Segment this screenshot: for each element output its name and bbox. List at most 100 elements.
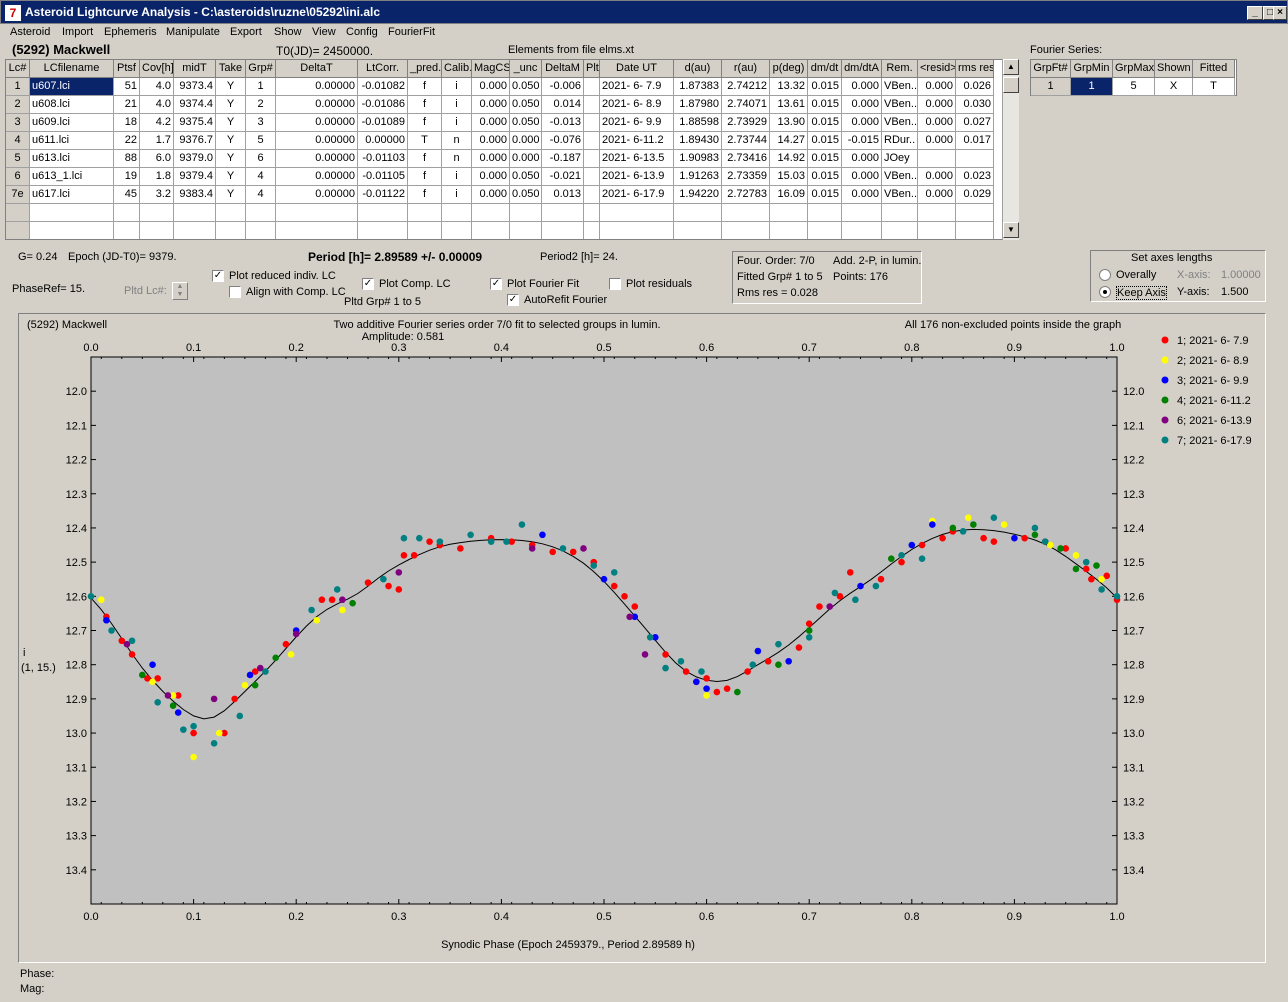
col-header-7[interactable]: DeltaT: [276, 60, 358, 78]
table-cell[interactable]: 1: [246, 78, 276, 96]
scroll-thumb[interactable]: [1003, 77, 1019, 93]
col-header-15[interactable]: Date UT: [600, 60, 674, 78]
fourier-col-header[interactable]: GrpMax: [1113, 60, 1155, 78]
table-cell[interactable]: [882, 204, 918, 222]
table-cell[interactable]: 0.00000: [358, 132, 408, 150]
table-cell[interactable]: [114, 204, 140, 222]
pltd-lc-spinner[interactable]: ▲ ▼: [172, 282, 188, 300]
table-cell[interactable]: [770, 204, 808, 222]
fourier-col-header[interactable]: GrpFt#: [1031, 60, 1071, 78]
close-button[interactable]: ×: [1273, 6, 1287, 20]
table-cell[interactable]: 1.90983: [674, 150, 722, 168]
table-cell[interactable]: n: [442, 132, 472, 150]
table-cell[interactable]: 0.00000: [276, 168, 358, 186]
table-cell[interactable]: 0.030: [956, 96, 994, 114]
table-cell[interactable]: 4.2: [140, 114, 174, 132]
fourier-cell[interactable]: 5: [1113, 78, 1155, 96]
plot-residuals-checkbox[interactable]: [609, 278, 621, 290]
table-cell[interactable]: [956, 150, 994, 168]
table-cell[interactable]: 4: [246, 186, 276, 204]
table-cell[interactable]: 0.050: [510, 78, 542, 96]
col-header-18[interactable]: p(deg): [770, 60, 808, 78]
table-cell[interactable]: 2.74071: [722, 96, 770, 114]
table-cell[interactable]: [722, 204, 770, 222]
row-header[interactable]: 2: [6, 96, 30, 114]
table-cell[interactable]: VBen..: [882, 78, 918, 96]
table-cell[interactable]: 0.027: [956, 114, 994, 132]
table-cell[interactable]: i: [442, 186, 472, 204]
table-cell[interactable]: 14.27: [770, 132, 808, 150]
table-cell[interactable]: [918, 150, 956, 168]
table-cell[interactable]: RDur..: [882, 132, 918, 150]
table-cell[interactable]: Y: [216, 96, 246, 114]
table-cell[interactable]: 0.000: [842, 168, 882, 186]
table-cell[interactable]: 9383.4: [174, 186, 216, 204]
table-cell[interactable]: [358, 204, 408, 222]
table-cell[interactable]: 1.91263: [674, 168, 722, 186]
fourier-cell[interactable]: X: [1155, 78, 1193, 96]
table-cell[interactable]: [216, 204, 246, 222]
table-cell[interactable]: 0.015: [808, 96, 842, 114]
col-header-20[interactable]: dm/dtA: [842, 60, 882, 78]
table-cell[interactable]: -0.01086: [358, 96, 408, 114]
table-cell[interactable]: 2021- 6- 9.9: [600, 114, 674, 132]
table-cell[interactable]: 0.000: [472, 132, 510, 150]
menu-show[interactable]: Show: [274, 26, 302, 38]
table-cell[interactable]: 0.00000: [276, 132, 358, 150]
table-cell[interactable]: 13.90: [770, 114, 808, 132]
menu-asteroid[interactable]: Asteroid: [10, 26, 50, 38]
table-cell[interactable]: [584, 168, 600, 186]
col-header-3[interactable]: Cov[h]: [140, 60, 174, 78]
table-cell[interactable]: [584, 78, 600, 96]
row-header[interactable]: 5: [6, 150, 30, 168]
table-cell[interactable]: 2021- 6-11.2: [600, 132, 674, 150]
table-cell[interactable]: VBen..: [882, 186, 918, 204]
plot-reduced-checkbox[interactable]: ✓: [212, 270, 224, 282]
table-cell[interactable]: f: [408, 186, 442, 204]
table-cell[interactable]: [918, 204, 956, 222]
table-cell[interactable]: i: [442, 78, 472, 96]
table-cell[interactable]: -0.015: [842, 132, 882, 150]
table-cell[interactable]: 0.026: [956, 78, 994, 96]
table-cell[interactable]: T: [408, 132, 442, 150]
table-cell[interactable]: [276, 204, 358, 222]
table-cell[interactable]: 0.000: [918, 132, 956, 150]
table-cell[interactable]: Y: [216, 150, 246, 168]
table-cell[interactable]: 0.000: [472, 150, 510, 168]
table-cell[interactable]: u617.lci: [30, 186, 114, 204]
table-cell[interactable]: 2021- 6-13.9: [600, 168, 674, 186]
table-cell[interactable]: Y: [216, 186, 246, 204]
table-cell[interactable]: 51: [114, 78, 140, 96]
table-cell[interactable]: 0.000: [842, 150, 882, 168]
table-cell[interactable]: 0.000: [472, 114, 510, 132]
table-cell[interactable]: 0.000: [842, 114, 882, 132]
table-cell[interactable]: 2.73359: [722, 168, 770, 186]
row-header[interactable]: [6, 222, 30, 239]
menu-view[interactable]: View: [312, 26, 336, 38]
table-cell[interactable]: 1.7: [140, 132, 174, 150]
table-cell[interactable]: -0.01105: [358, 168, 408, 186]
table-cell[interactable]: [510, 204, 542, 222]
table-cell[interactable]: Y: [216, 132, 246, 150]
table-cell[interactable]: [510, 222, 542, 239]
table-cell[interactable]: 0.00000: [276, 114, 358, 132]
table-cell[interactable]: [882, 222, 918, 239]
table-cell[interactable]: [808, 222, 842, 239]
table-cell[interactable]: JOey: [882, 150, 918, 168]
table-cell[interactable]: [246, 204, 276, 222]
table-cell[interactable]: [674, 204, 722, 222]
autorefit-checkbox[interactable]: ✓: [507, 294, 519, 306]
table-cell[interactable]: [956, 204, 994, 222]
table-cell[interactable]: 0.050: [510, 96, 542, 114]
table-cell[interactable]: [722, 222, 770, 239]
table-cell[interactable]: 0.000: [510, 150, 542, 168]
table-cell[interactable]: [542, 204, 584, 222]
row-header[interactable]: 1: [6, 78, 30, 96]
table-cell[interactable]: VBen..: [882, 168, 918, 186]
table-cell[interactable]: [842, 204, 882, 222]
table-cell[interactable]: VBen..: [882, 114, 918, 132]
table-cell[interactable]: 9379.0: [174, 150, 216, 168]
table-cell[interactable]: 9374.4: [174, 96, 216, 114]
table-cell[interactable]: 0.000: [918, 186, 956, 204]
fourier-col-header[interactable]: Fitted: [1193, 60, 1235, 78]
